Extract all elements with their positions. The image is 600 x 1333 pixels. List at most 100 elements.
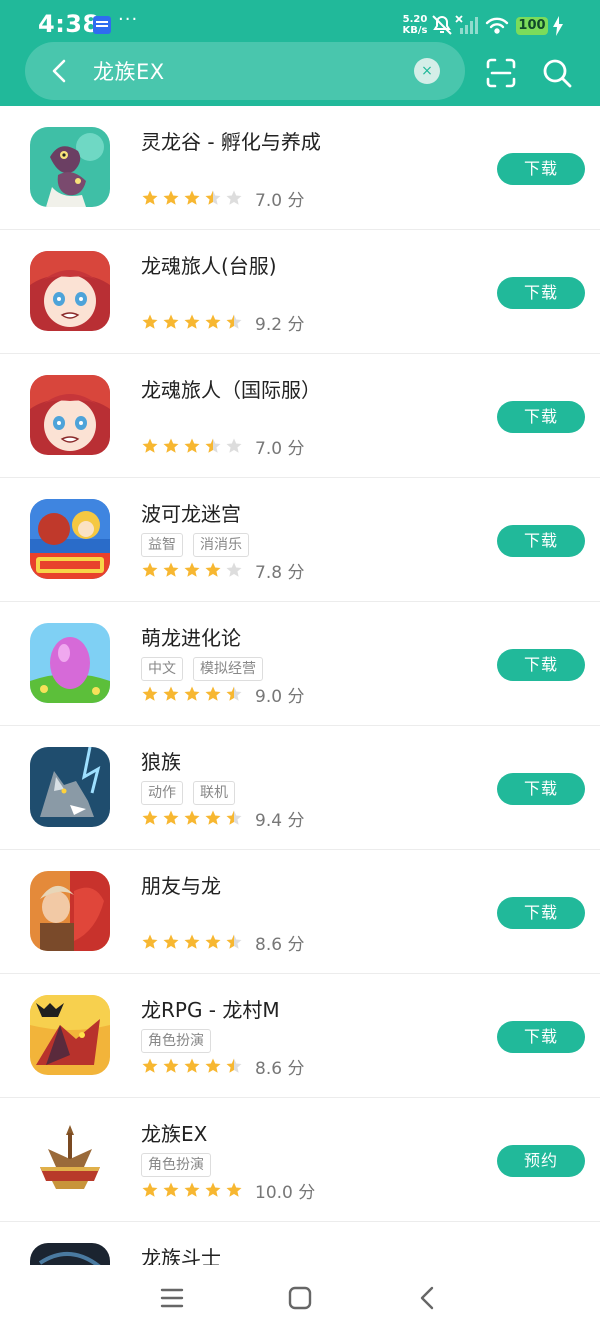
nav-back-button[interactable] [413, 1283, 443, 1313]
star-icon [142, 562, 158, 577]
score-text: 9.0 分 [255, 686, 305, 707]
star-rating [141, 189, 243, 207]
score-text: 7.8 分 [255, 562, 305, 583]
star-icon [205, 810, 221, 825]
app-list-item[interactable]: 萌龙进化论 中文 模拟经营 9.0 分 下载 [0, 602, 600, 726]
star-rating [141, 685, 243, 703]
star-icon [205, 686, 221, 701]
star-icon [163, 1182, 179, 1197]
rating: 8.6 分 [141, 1056, 304, 1079]
star-rating [141, 313, 243, 331]
network-speed-value: 5.20 [402, 14, 428, 25]
rating: 8.6 分 [141, 932, 305, 955]
battery-indicator: 100 [516, 17, 548, 35]
network-speed: 5.20 KB/s [400, 14, 430, 36]
app-name: 波可龙迷宫 [141, 502, 241, 526]
tag[interactable]: 模拟经营 [193, 657, 263, 681]
app-list-item[interactable]: 灵龙谷 - 孵化与养成 7.0 分 下载 [0, 106, 600, 230]
star-icon [163, 438, 179, 453]
download-button[interactable]: 下载 [497, 1021, 585, 1053]
app-list-item[interactable]: 龙族EX 角色扮演 10.0 分 预约 [0, 1098, 600, 1222]
search-button[interactable] [539, 55, 575, 91]
star-icon [184, 438, 200, 453]
wifi-icon [485, 17, 509, 34]
download-button[interactable]: 下载 [497, 401, 585, 433]
app-icon-longrpg[interactable] [30, 995, 110, 1075]
home-button[interactable] [285, 1283, 315, 1313]
download-button[interactable]: 下载 [497, 897, 585, 929]
star-icon [142, 1058, 158, 1073]
search-input[interactable] [93, 54, 403, 88]
app-icon-longhunlvren-intl[interactable] [30, 375, 110, 455]
score-text: 10.0 分 [255, 1182, 316, 1203]
charging-icon [553, 16, 563, 36]
tag[interactable]: 角色扮演 [141, 1029, 211, 1053]
app-icon-longzudoushi[interactable] [30, 1243, 110, 1265]
score-text: 7.0 分 [255, 438, 305, 459]
download-button[interactable]: 下载 [497, 649, 585, 681]
star-rating [141, 561, 243, 579]
score-text: 8.6 分 [255, 934, 305, 955]
status-more-indicator: ··· [118, 9, 139, 30]
star-icon [226, 686, 242, 701]
app-list-item[interactable]: 龙族斗士 [0, 1222, 600, 1265]
star-icon [184, 1058, 200, 1073]
app-list-item[interactable]: 波可龙迷宫 益智 消消乐 7.8 分 下载 [0, 478, 600, 602]
star-icon [163, 1058, 179, 1073]
tag[interactable]: 联机 [193, 781, 235, 805]
score-text: 9.4 分 [255, 810, 305, 831]
star-icon [163, 934, 179, 949]
star-icon [142, 686, 158, 701]
download-button[interactable]: 下载 [497, 277, 585, 309]
app-name: 龙魂旅人（国际服） [141, 378, 321, 402]
app-list-item[interactable]: 狼族 动作 联机 9.4 分 下载 [0, 726, 600, 850]
tag[interactable]: 中文 [141, 657, 183, 681]
rating: 9.2 分 [141, 312, 304, 335]
star-icon [184, 1182, 200, 1197]
tag[interactable]: 益智 [141, 533, 183, 557]
star-icon [205, 562, 221, 577]
app-icon-pengyouyulong[interactable] [30, 871, 110, 951]
star-icon [184, 934, 200, 949]
app-icon-linglonggu[interactable] [30, 127, 110, 207]
star-icon [184, 686, 200, 701]
score-text: 7.0 分 [255, 190, 305, 211]
download-button[interactable]: 下载 [497, 773, 585, 805]
top-header: 4:38 ··· 5.20 KB/s 100 龙族EX × [0, 0, 600, 106]
tag[interactable]: 消消乐 [193, 533, 249, 557]
star-icon [163, 686, 179, 701]
reserve-button[interactable]: 预约 [497, 1145, 585, 1177]
scan-button[interactable] [483, 55, 519, 91]
tag[interactable]: 动作 [141, 781, 183, 805]
tag-list: 动作 联机 [141, 781, 235, 805]
app-icon-langzu[interactable] [30, 747, 110, 827]
star-icon [205, 314, 221, 329]
star-icon [184, 314, 200, 329]
back-button[interactable] [45, 56, 75, 86]
search-results-list[interactable]: 灵龙谷 - 孵化与养成 7.0 分 下载 龙魂旅人(台服) 9.2 分 下载 龙… [0, 106, 600, 1265]
app-icon-longzu-ex[interactable] [30, 1119, 110, 1199]
download-button[interactable]: 下载 [497, 525, 585, 557]
search-bar: × [25, 42, 465, 100]
app-list-item[interactable]: 龙魂旅人（国际服） 7.0 分 下载 [0, 354, 600, 478]
app-icon-longhunlvren-tw[interactable] [30, 251, 110, 331]
clear-search-button[interactable]: × [414, 58, 440, 84]
star-icon [226, 1182, 242, 1197]
app-icon-menglong[interactable] [30, 623, 110, 703]
tag[interactable]: 角色扮演 [141, 1153, 211, 1177]
app-list-item[interactable]: 龙RPG - 龙村M 角色扮演 8.6 分 下载 [0, 974, 600, 1098]
app-list-item[interactable]: 龙魂旅人(台服) 9.2 分 下载 [0, 230, 600, 354]
app-icon-bokelong[interactable] [30, 499, 110, 579]
star-icon [163, 190, 179, 205]
rating: 7.0 分 [141, 436, 305, 459]
mute-icon [432, 15, 452, 35]
tag-list: 角色扮演 [141, 1153, 211, 1177]
star-icon [142, 810, 158, 825]
download-button[interactable]: 下载 [497, 153, 585, 185]
star-icon [184, 562, 200, 577]
tag-list: 益智 消消乐 [141, 533, 249, 557]
app-list-item[interactable]: 朋友与龙 8.6 分 下载 [0, 850, 600, 974]
menu-button[interactable] [157, 1283, 187, 1313]
star-icon [163, 810, 179, 825]
rating: 10.0 分 [141, 1180, 316, 1203]
